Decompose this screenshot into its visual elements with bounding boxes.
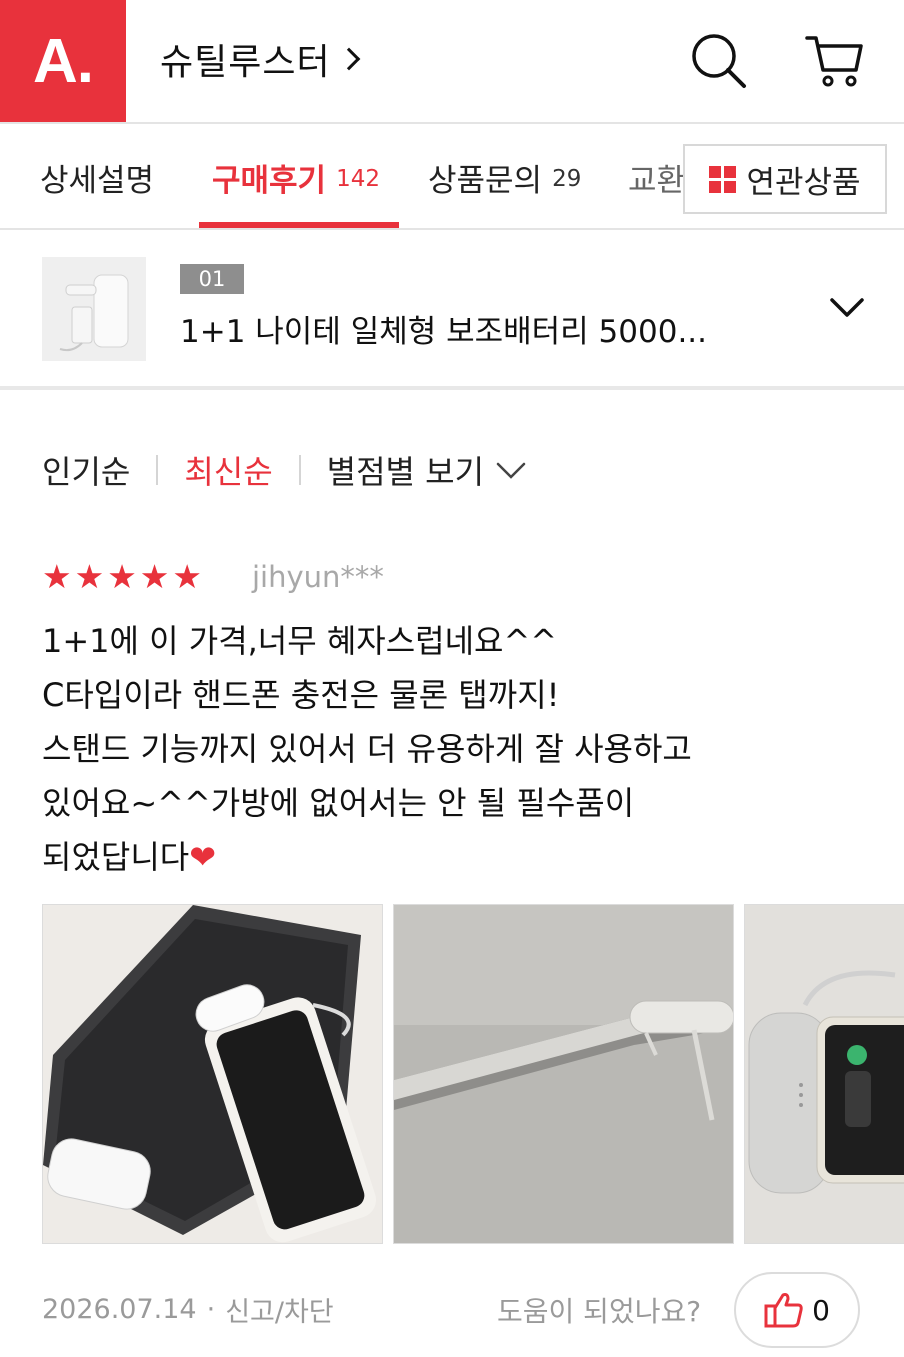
star-icon: ★ [107, 557, 137, 596]
related-products-label: 연관상품 [746, 164, 861, 201]
sort-divider [156, 455, 159, 485]
review-photo-strip [42, 904, 904, 1244]
chevron-right-icon [337, 47, 360, 71]
helpful-question: 도움이 되었나요? [497, 1295, 702, 1328]
tab-reviews-label: 구매후기 [212, 162, 327, 199]
review-photo[interactable] [393, 904, 734, 1244]
related-products-button[interactable]: 연관상품 [683, 144, 887, 214]
star-rating: ★ ★ ★ ★ ★ [42, 560, 202, 593]
cart-icon[interactable] [804, 30, 864, 90]
tab-exchange-label: 교환 [628, 162, 686, 199]
rating-filter-dropdown[interactable]: 별점별 보기 [327, 447, 526, 493]
product-title: 1+1 나이테 일체형 보조배터리 5000... [180, 314, 708, 350]
logo-text: A. [33, 26, 94, 96]
tab-reviews[interactable]: 구매후기 142 [212, 124, 380, 228]
report-block-link[interactable]: 신고/차단 [225, 1290, 333, 1329]
tab-description[interactable]: 상세설명 [40, 124, 155, 228]
tab-inquiries-count: 29 [552, 166, 582, 192]
tab-inquiries-label: 상품문의 [428, 162, 543, 199]
top-header: A. 슈틸루스터 [0, 0, 904, 124]
chevron-down-icon [496, 462, 526, 479]
star-icon: ★ [42, 557, 72, 596]
reviewer-id: jihyun*** [252, 560, 384, 594]
search-icon[interactable] [688, 30, 748, 90]
product-option-selector[interactable]: 01 1+1 나이테 일체형 보조배터리 5000... [0, 230, 904, 390]
sort-popular[interactable]: 인기순 [42, 447, 130, 493]
tab-inquiries[interactable]: 상품문의 29 [428, 124, 582, 228]
app-logo[interactable]: A. [0, 0, 126, 122]
active-tab-indicator [199, 222, 399, 228]
review-text: 1+1에 이 가격,너무 혜자스럽네요^^ C타입이라 핸드폰 충전은 물론 탭… [42, 622, 692, 876]
star-icon: ★ [139, 557, 170, 596]
brand-name: 슈틸루스터 [160, 42, 331, 83]
sort-divider [298, 455, 301, 485]
option-number-badge: 01 [180, 264, 244, 294]
review-date: 2026.07.14 [42, 1294, 197, 1325]
meta-separator: · [206, 1294, 216, 1325]
sort-latest[interactable]: 최신순 [184, 447, 272, 493]
tab-exchange[interactable]: 교환 [628, 124, 686, 228]
star-icon: ★ [74, 557, 105, 596]
heart-emoji: ❤ [189, 838, 217, 876]
review-sort-bar: 인기순 최신순 별점별 보기 [0, 440, 904, 500]
brand-link[interactable]: 슈틸루스터 [160, 34, 360, 84]
tab-reviews-count: 142 [336, 166, 380, 192]
thumbs-up-icon [764, 1293, 803, 1328]
star-icon: ★ [172, 557, 202, 596]
review-body: 1+1에 이 가격,너무 혜자스럽네요^^ C타입이라 핸드폰 충전은 물론 탭… [42, 614, 862, 884]
helpful-like-button[interactable]: 0 [734, 1272, 860, 1348]
rating-filter-label: 별점별 보기 [326, 453, 485, 491]
review-photo[interactable] [42, 904, 383, 1244]
chevron-down-icon[interactable] [830, 290, 864, 324]
like-count: 0 [812, 1293, 830, 1327]
tab-description-label: 상세설명 [40, 162, 155, 199]
product-thumbnail [42, 257, 146, 361]
review-photo[interactable] [744, 904, 904, 1244]
review-meta: 2026.07.14 · 신고/차단 [42, 1290, 334, 1329]
grid-icon [709, 165, 737, 193]
